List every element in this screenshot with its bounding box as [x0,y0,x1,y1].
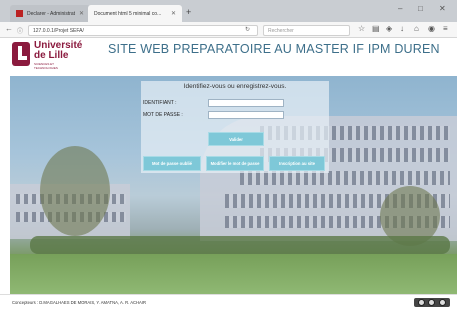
browser-window: Declarer - Administration ✕ Document htm… [0,0,457,309]
change-password-button[interactable]: Modifier le mot de passe [206,156,264,171]
bookmark-star-icon[interactable]: ☆ [358,24,365,33]
navigation-bar: ← ⓘ 127.0.0.1/Projet SEFA/ ↻ Rechercher … [0,22,457,38]
minimize-button[interactable]: – [398,4,402,13]
tab-label: Declarer - Administration [27,10,75,17]
tab-declarer[interactable]: Declarer - Administration ✕ [10,5,90,22]
search-input[interactable]: Rechercher [263,25,350,36]
close-window-button[interactable]: ✕ [439,4,446,13]
close-icon[interactable]: ✕ [171,10,176,17]
credits-text: Concepteurs : D.MAGALHAES DE MORAIS, Y. … [12,300,147,305]
reload-icon[interactable]: ↻ [245,26,250,33]
university-logo-icon [12,42,30,66]
login-panel: Identifiez-vous ou enregistrez-vous. IDE… [141,81,329,173]
tab-label: Document html 5 minimal co... [94,10,162,17]
new-tab-button[interactable]: + [186,7,191,17]
site-header: Université de Lille SCIENCES ET TECHNOLO… [0,38,457,76]
university-logo-text: Université de Lille [34,41,82,61]
tab-document[interactable]: Document html 5 minimal co... ✕ [88,5,182,22]
identifiant-label: IDENTIFIANT : [143,100,177,106]
reading-list-icon[interactable]: ▤ [372,24,380,33]
address-bar[interactable]: 127.0.0.1/Projet SEFA/ [28,25,258,36]
page-favicon-icon [16,10,23,17]
forgot-password-button[interactable]: Mot de passe oublié [143,156,201,171]
password-input[interactable] [208,111,284,119]
register-button[interactable]: Inscription au site [269,156,325,171]
logo-line-2: de Lille [34,50,69,61]
search-placeholder: Rechercher [268,28,294,34]
logo-subtitle-line-2: TECHNOLOGIES [34,65,58,70]
submit-button[interactable]: Valider [208,132,264,146]
login-title: Identifiez-vous ou enregistrez-vous. [183,83,287,90]
back-arrow-icon[interactable]: ← [5,24,13,33]
tab-bar: Declarer - Administration ✕ Document htm… [0,0,457,22]
maximize-button[interactable]: □ [418,4,423,13]
page-title: SITE WEB PREPARATOIRE AU MASTER IF IPM D… [108,42,440,56]
logo-subtitle: SCIENCES ET TECHNOLOGIES [34,62,58,70]
pocket-icon[interactable]: ◈ [386,24,392,33]
menu-icon[interactable]: ≡ [443,24,448,33]
info-icon[interactable]: ⓘ [17,26,23,35]
download-icon[interactable]: ↓ [400,24,404,33]
url-text: 127.0.0.1/Projet SEFA/ [33,28,84,34]
identifiant-input[interactable] [208,99,284,107]
home-icon[interactable]: ⌂ [414,24,419,33]
password-label: MOT DE PASSE : [143,112,183,118]
page-footer: Concepteurs : D.MAGALHAES DE MORAIS, Y. … [0,294,457,309]
close-icon[interactable]: ✕ [79,10,84,17]
sync-icon[interactable]: ◉ [428,24,435,33]
creative-commons-icon[interactable] [414,298,450,307]
